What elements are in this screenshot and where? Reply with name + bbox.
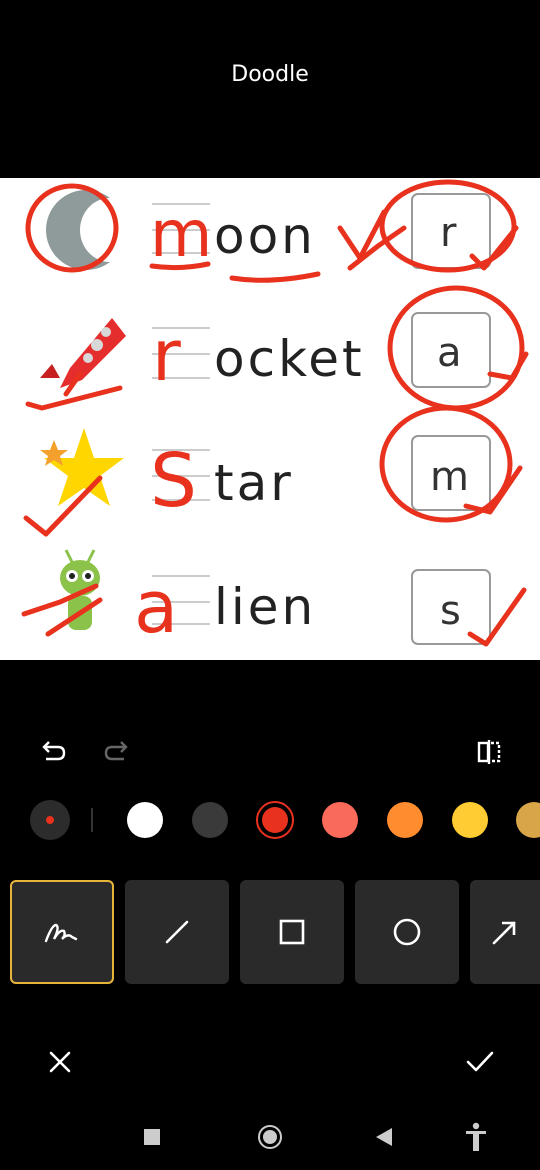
square-icon: [279, 919, 305, 945]
doodle-canvas[interactable]: oon ocket tar lien r a m s m r S a: [0, 178, 540, 660]
tool-arrow[interactable]: [470, 880, 540, 984]
handwritten-letter-2: r: [152, 315, 181, 397]
undo-button[interactable]: [36, 735, 70, 769]
tool-line[interactable]: [125, 880, 229, 984]
accessibility-icon[interactable]: [464, 1122, 488, 1152]
redo-button[interactable]: [100, 735, 134, 769]
compare-icon: [477, 740, 501, 764]
worksheet-image: oon ocket tar lien r a m s m r S a: [21, 179, 529, 649]
handwritten-letter-4: a: [134, 565, 178, 649]
handwritten-letter-1: m: [150, 198, 212, 272]
handwritten-letter-3: S: [150, 438, 197, 524]
confirm-button[interactable]: [460, 1042, 500, 1082]
word-rest-4: lien: [214, 578, 316, 636]
divider: [91, 808, 93, 832]
redo-icon: [104, 741, 128, 761]
box-letter-4: s: [440, 588, 461, 634]
home-nav-dot: [263, 1130, 277, 1144]
color-swatch-orange[interactable]: [387, 802, 423, 838]
back-nav-icon[interactable]: [376, 1128, 392, 1146]
box-letter-2: a: [437, 330, 462, 376]
check-icon: [466, 1051, 494, 1072]
home-nav-icon[interactable]: [258, 1125, 282, 1149]
color-swatch-red-fill: [262, 807, 288, 833]
box-letter-1: r: [440, 210, 457, 256]
tool-ellipse[interactable]: [355, 880, 459, 984]
close-icon: [49, 1051, 71, 1073]
undo-icon: [42, 741, 66, 761]
recents-nav-icon[interactable]: [144, 1129, 160, 1145]
word-rest-3: tar: [214, 454, 294, 512]
tool-rectangle[interactable]: [240, 880, 344, 984]
circle-icon: [393, 918, 421, 946]
color-swatch-gold[interactable]: [516, 802, 540, 838]
brush-size-button[interactable]: [30, 800, 70, 840]
word-rest-2: ocket: [214, 330, 365, 388]
alien-icon: [60, 549, 100, 630]
arrow-icon: [492, 921, 516, 945]
line-icon: [165, 920, 189, 944]
page-title: Doodle: [231, 62, 309, 87]
pen-scribble-icon: [44, 923, 78, 943]
tool-freehand[interactable]: [10, 880, 114, 984]
cancel-button[interactable]: [40, 1042, 80, 1082]
word-rest-1: oon: [214, 207, 316, 265]
color-swatch-dark-gray[interactable]: [192, 802, 228, 838]
color-swatch-red-selected[interactable]: [256, 801, 294, 839]
box-letter-3: m: [430, 454, 469, 500]
brush-size-dot: [46, 816, 54, 824]
compare-button[interactable]: [472, 735, 506, 769]
color-swatch-yellow[interactable]: [452, 802, 488, 838]
accessibility-figure-icon: [466, 1122, 486, 1151]
rocket-icon: [40, 318, 126, 388]
color-swatch-white[interactable]: [127, 802, 163, 838]
color-swatch-salmon[interactable]: [322, 802, 358, 838]
